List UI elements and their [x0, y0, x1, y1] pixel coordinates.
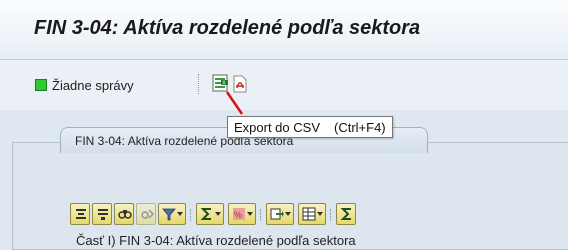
title-bar: FIN 3-04: Aktíva rozdelené podľa sektora [0, 0, 568, 60]
sort-descending-icon[interactable] [92, 203, 112, 225]
status-messages-button[interactable]: Žiadne správy [35, 76, 134, 94]
status-label: Žiadne správy [52, 77, 134, 93]
pointer-arrow-icon [225, 91, 244, 115]
section-title: Časť I) FIN 3-04: Aktíva rozdelené podľa… [76, 233, 356, 248]
status-green-icon [35, 79, 47, 91]
find-icon[interactable] [114, 203, 134, 225]
subtotal-icon[interactable]: % [228, 203, 256, 225]
filter-icon[interactable] [158, 203, 186, 225]
svg-text:%: % [234, 210, 242, 220]
tooltip-label: Export do CSV [234, 119, 320, 135]
export-csv-tooltip: Export do CSV (Ctrl+F4) [227, 116, 393, 138]
print-preview-icon[interactable] [266, 203, 294, 225]
sort-ascending-icon[interactable] [70, 203, 90, 225]
sum-icon[interactable] [196, 203, 224, 225]
find-next-icon[interactable] [136, 203, 156, 225]
toolbar-separator [198, 74, 199, 94]
window-title: FIN 3-04: Aktíva rozdelené podľa sektora [34, 17, 421, 39]
layout-icon[interactable] [298, 203, 326, 225]
tooltip-shortcut: (Ctrl+F4) [334, 119, 386, 135]
sum-icon[interactable] [336, 203, 356, 225]
alv-separator [260, 209, 261, 221]
alv-separator [330, 209, 331, 221]
alv-separator [190, 209, 191, 221]
